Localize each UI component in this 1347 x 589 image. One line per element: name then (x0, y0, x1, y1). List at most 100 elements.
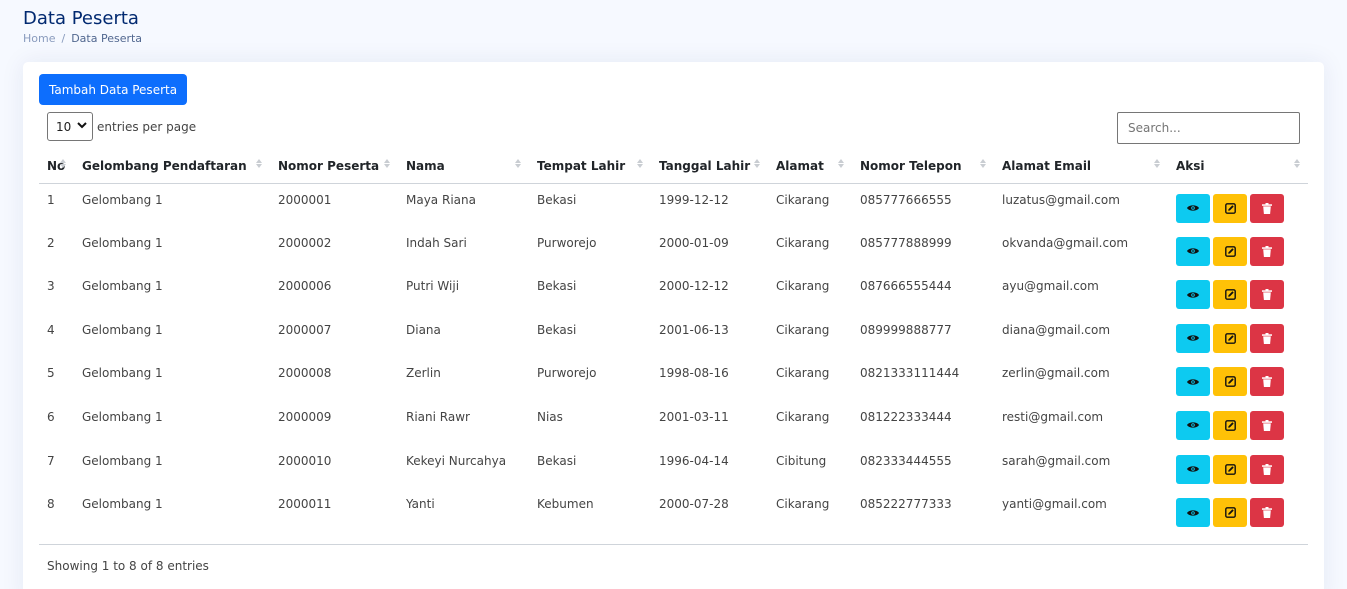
column-header-nomor-peserta[interactable]: Nomor Peserta (270, 150, 398, 184)
table-cell: 7 (47, 453, 55, 468)
column-header-label: Nama (406, 159, 445, 174)
column-header-tempat-lahir[interactable]: Tempat Lahir (529, 150, 651, 184)
view-button[interactable] (1176, 498, 1210, 528)
table-cell: 8 (47, 497, 55, 512)
column-header-tanggal-lahir[interactable]: Tanggal Lahir (651, 150, 768, 184)
pencil-square-icon (1224, 332, 1236, 344)
table-cell: Yanti (406, 497, 435, 512)
table-cell: Cikarang (776, 366, 830, 381)
breadcrumb-home-link[interactable]: Home (23, 32, 55, 45)
table-cell: Kebumen (537, 497, 594, 512)
sort-icon (980, 159, 986, 168)
table-info: Showing 1 to 8 of 8 entries (47, 559, 209, 573)
column-header-nama[interactable]: Nama (398, 150, 529, 184)
search-input[interactable]: Search... (1117, 112, 1300, 144)
view-button[interactable] (1176, 410, 1210, 440)
table-cell: Cikarang (776, 192, 830, 207)
eye-icon (1187, 421, 1199, 429)
table-cell: ayu@gmail.com (1002, 279, 1099, 294)
delete-button[interactable] (1250, 323, 1284, 353)
view-button[interactable] (1176, 367, 1210, 397)
row-actions (1168, 270, 1308, 314)
table-cell: 1999-12-12 (659, 192, 729, 207)
table-row: 8 Gelombang 1 2000011 Yanti Kebumen 2000-07-2… (39, 488, 1308, 532)
table-cell: 2000-01-09 (659, 235, 729, 250)
delete-button[interactable] (1250, 498, 1284, 528)
table-cell: Diana (406, 322, 441, 337)
table-cell: 085777888999 (860, 235, 952, 250)
edit-button[interactable] (1213, 236, 1247, 266)
trash-icon (1262, 419, 1272, 431)
column-header-alamat-email[interactable]: Alamat Email (994, 150, 1168, 184)
table-row: 3 Gelombang 1 2000006 Putri Wiji Bekasi 2000-… (39, 270, 1308, 314)
column-header-no[interactable]: No (39, 150, 74, 184)
trash-icon (1262, 376, 1272, 388)
view-button[interactable] (1176, 193, 1210, 223)
page-size-value: 10 (56, 119, 72, 134)
column-header-label: Nomor Peserta (278, 159, 380, 174)
eye-icon (1187, 291, 1199, 299)
table-cell: Gelombang 1 (82, 453, 163, 468)
column-header-label: Alamat (776, 159, 824, 174)
add-participant-button[interactable]: Tambah Data Peserta (39, 74, 188, 105)
delete-button[interactable] (1250, 193, 1284, 223)
trash-icon (1262, 289, 1272, 301)
column-header-alamat[interactable]: Alamat (768, 150, 852, 184)
delete-button[interactable] (1250, 236, 1284, 266)
edit-button[interactable] (1213, 410, 1247, 440)
column-header-label: Aksi (1176, 159, 1205, 174)
table-row: 2 Gelombang 1 2000002 Indah Sari Purworejo 20… (39, 227, 1308, 271)
column-header-aksi[interactable]: Aksi (1168, 150, 1308, 184)
column-header-label: Tanggal Lahir (659, 159, 751, 174)
table-cell: 2001-03-11 (659, 409, 729, 424)
table-cell: Maya Riana (406, 192, 476, 207)
table-cell: 1 (47, 192, 55, 207)
eye-icon (1187, 378, 1199, 386)
row-actions (1168, 357, 1308, 401)
column-header-nomor-telepon[interactable]: Nomor Telepon (852, 150, 994, 184)
table-cell: Bekasi (537, 192, 577, 207)
edit-button[interactable] (1213, 498, 1247, 528)
edit-button[interactable] (1213, 280, 1247, 310)
pencil-square-icon (1224, 289, 1236, 301)
sort-icon (1154, 159, 1160, 168)
delete-button[interactable] (1250, 280, 1284, 310)
edit-button[interactable] (1213, 193, 1247, 223)
participants-card: Tambah Data Peserta 10 entries per page … (23, 62, 1324, 589)
sort-icon (60, 159, 66, 168)
breadcrumb-current: Data Peserta (71, 32, 143, 45)
sort-icon (256, 159, 262, 168)
table-cell: 085222777333 (860, 497, 952, 512)
table-cell: 1998-08-16 (659, 366, 729, 381)
column-header-gelombang-pendaftaran[interactable]: Gelombang Pendaftaran (74, 150, 270, 184)
delete-button[interactable] (1250, 367, 1284, 397)
table-cell: Bekasi (537, 453, 577, 468)
view-button[interactable] (1176, 280, 1210, 310)
view-button[interactable] (1176, 454, 1210, 484)
table-cell: Purworejo (537, 366, 597, 381)
view-button[interactable] (1176, 323, 1210, 353)
trash-icon (1262, 463, 1272, 475)
sort-icon (515, 159, 521, 168)
table-cell: yanti@gmail.com (1002, 497, 1107, 512)
entries-label: entries per page (97, 119, 197, 134)
eye-icon (1187, 509, 1199, 517)
table-cell: 085777666555 (860, 192, 952, 207)
row-actions (1168, 401, 1308, 445)
edit-button[interactable] (1213, 367, 1247, 397)
trash-icon (1262, 202, 1272, 214)
table-cell: Cikarang (776, 322, 830, 337)
trash-icon (1262, 507, 1272, 519)
table-cell: Gelombang 1 (82, 235, 163, 250)
page-size-select[interactable]: 10 (47, 112, 93, 141)
edit-button[interactable] (1213, 323, 1247, 353)
delete-button[interactable] (1250, 454, 1284, 484)
table-cell: sarah@gmail.com (1002, 453, 1111, 468)
delete-button[interactable] (1250, 410, 1284, 440)
column-header-label: Gelombang Pendaftaran (82, 159, 247, 174)
edit-button[interactable] (1213, 454, 1247, 484)
view-button[interactable] (1176, 236, 1210, 266)
table-cell: 5 (47, 366, 55, 381)
row-actions (1168, 314, 1308, 358)
table-cell: Nias (537, 409, 563, 424)
